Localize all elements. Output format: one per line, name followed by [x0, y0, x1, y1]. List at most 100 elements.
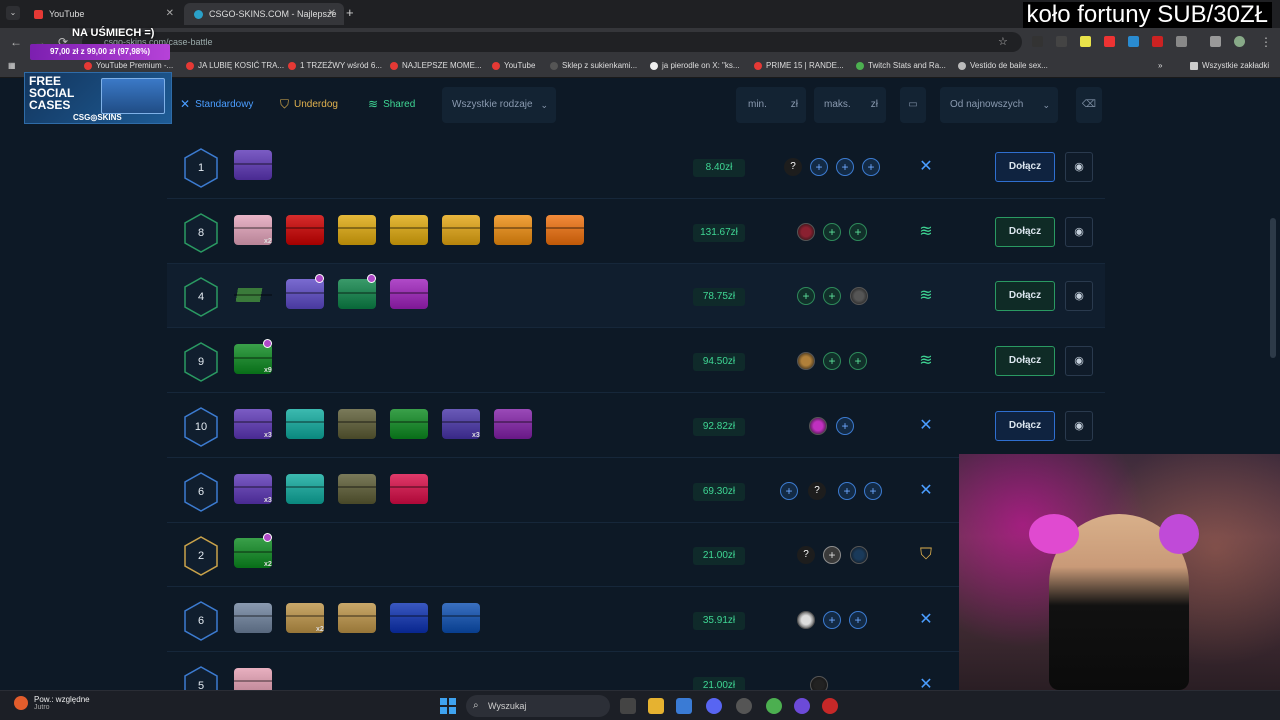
- tab-youtube[interactable]: YouTube ✕: [24, 3, 182, 25]
- join-slot-plus-icon[interactable]: +: [823, 546, 841, 565]
- join-slot-plus-icon[interactable]: +: [836, 158, 854, 176]
- join-battle-button[interactable]: Dołącz: [995, 216, 1055, 247]
- min-price-input[interactable]: min. zł: [736, 87, 806, 123]
- tab-standard[interactable]: ✕ Standardowy: [180, 97, 253, 111]
- menu-kebab-icon[interactable]: ⋮: [1260, 35, 1272, 49]
- back-icon[interactable]: ←: [10, 35, 22, 49]
- discord-icon[interactable]: [706, 698, 722, 714]
- extension-icon[interactable]: [1080, 36, 1091, 47]
- close-tab-icon[interactable]: ✕: [166, 8, 174, 19]
- chevron-down-icon: ⌄: [1042, 100, 1050, 110]
- bookmark-item[interactable]: PRIME 15 | RANDE...: [754, 61, 844, 70]
- extensions-puzzle-icon[interactable]: [1176, 36, 1187, 47]
- page-scrollbar[interactable]: [1270, 218, 1276, 358]
- more-bookmarks-icon[interactable]: »: [1158, 61, 1162, 70]
- rounds-count: 6: [197, 614, 205, 627]
- case-image: [286, 408, 324, 439]
- free-cases-promo-banner[interactable]: FREE SOCIAL CASES CSG◎SKINS: [24, 72, 172, 124]
- case-image: [286, 279, 324, 310]
- clear-filters-eraser-icon[interactable]: ⌫: [1076, 87, 1102, 123]
- extension-icon[interactable]: [1152, 36, 1163, 47]
- bookmark-item[interactable]: Twitch Stats and Ra...: [856, 61, 946, 70]
- store-icon[interactable]: [676, 698, 692, 714]
- watch-eye-icon[interactable]: ◉: [1065, 216, 1093, 247]
- weather-widget[interactable]: Pow.: względne Jutro: [14, 695, 90, 711]
- join-slot-plus-icon[interactable]: +: [823, 352, 841, 371]
- address-bar-row: ← → ⟳ csgo-skins.com/case-battle ☆ ⋮: [0, 28, 1280, 56]
- close-tab-icon[interactable]: ✕: [328, 8, 336, 19]
- hidden-player-icon: ?: [808, 481, 826, 500]
- join-slot-plus-icon[interactable]: +: [780, 481, 798, 500]
- battle-price: 69.30zł: [693, 482, 745, 501]
- rounds-count: 8: [197, 226, 205, 239]
- join-battle-button[interactable]: Dołącz: [995, 410, 1055, 441]
- join-slot-plus-icon[interactable]: +: [823, 287, 841, 306]
- join-slot-plus-icon[interactable]: +: [849, 222, 867, 241]
- tab-underdog[interactable]: ⛉ Underdog: [280, 97, 338, 112]
- standard-mode-swords-icon: ✕: [919, 416, 933, 434]
- steam-icon[interactable]: [736, 698, 752, 714]
- join-slot-plus-icon[interactable]: +: [823, 222, 841, 241]
- taskbar-search[interactable]: ⌕ Wyszukaj: [466, 695, 610, 717]
- join-slot-plus-icon[interactable]: +: [836, 416, 854, 435]
- tab-csgo-skins[interactable]: CSGO-SKINS.COM - Najlepsze ✕: [184, 3, 344, 25]
- media-icon[interactable]: [1210, 36, 1221, 47]
- apps-grid-icon[interactable]: ▦: [8, 61, 16, 70]
- tab-search-button[interactable]: ⌄: [6, 6, 20, 20]
- watch-eye-icon[interactable]: ◉: [1065, 152, 1093, 182]
- watch-eye-icon[interactable]: ◉: [1065, 346, 1093, 377]
- bookmark-item[interactable]: JA LUBIĘ KOSIĆ TRA...: [186, 61, 284, 70]
- bookmark-item[interactable]: Vestido de baile sex...: [958, 61, 1048, 70]
- join-slot-plus-icon[interactable]: +: [823, 610, 841, 629]
- max-price-input[interactable]: maks. zł: [814, 87, 886, 123]
- app-icon[interactable]: [822, 698, 838, 714]
- watch-eye-icon[interactable]: ◉: [1065, 410, 1093, 441]
- tab-shared[interactable]: ≋ Shared: [368, 97, 415, 111]
- battle-row: 9 x9 94.50zł + + ≋ Dołącz ◉: [167, 329, 1105, 394]
- join-slot-plus-icon[interactable]: +: [810, 158, 828, 176]
- standard-mode-swords-icon: ✕: [919, 158, 933, 175]
- bookmark-item[interactable]: 1 TRZEŹWY wśród 6...: [288, 61, 382, 70]
- promo-title: FREE SOCIAL CASES: [29, 74, 75, 112]
- url-field[interactable]: csgo-skins.com/case-battle: [82, 32, 1022, 52]
- sort-select[interactable]: Od najnowszych ⌄: [940, 87, 1058, 123]
- new-tab-icon[interactable]: +: [346, 5, 354, 20]
- player-avatar: [797, 610, 815, 629]
- join-slot-plus-icon[interactable]: +: [838, 481, 856, 500]
- battle-filter-bar: ✕ Standardowy ⛉ Underdog ≋ Shared Wszystkie…: [172, 87, 1108, 123]
- player-avatar: [797, 222, 815, 241]
- case-filter-icon[interactable]: ▭: [900, 87, 926, 123]
- file-explorer-icon[interactable]: [648, 698, 664, 714]
- join-slot-plus-icon[interactable]: +: [849, 610, 867, 629]
- extension-icon[interactable]: [1104, 36, 1115, 47]
- bookmark-star-icon[interactable]: ☆: [998, 35, 1008, 48]
- watch-eye-icon[interactable]: ◉: [1065, 281, 1093, 312]
- case-image: [234, 602, 272, 633]
- bookmark-item[interactable]: ja pierodle on X: "ks...: [650, 61, 740, 70]
- extension-icon[interactable]: [1128, 36, 1139, 47]
- windows-start-icon[interactable]: [440, 698, 456, 714]
- bookmark-item[interactable]: YouTube Premium -...: [84, 61, 173, 70]
- bookmark-item[interactable]: YouTube: [492, 61, 535, 70]
- join-slot-plus-icon[interactable]: +: [797, 287, 815, 306]
- bookmark-item[interactable]: Sklep z sukienkami...: [550, 61, 637, 70]
- task-view-icon[interactable]: [620, 698, 636, 714]
- join-slot-plus-icon[interactable]: +: [862, 158, 880, 176]
- case-type-select[interactable]: Wszystkie rodzaje ⌄: [442, 87, 556, 123]
- profile-avatar[interactable]: [1234, 36, 1245, 47]
- rounds-count: 2: [197, 550, 205, 563]
- join-battle-button[interactable]: Dołącz: [995, 281, 1055, 312]
- extension-icon[interactable]: [1056, 36, 1067, 47]
- case-image: [390, 214, 428, 245]
- search-icon: ⌕: [473, 700, 479, 711]
- extension-icon[interactable]: [1032, 36, 1043, 47]
- chrome-icon[interactable]: [766, 698, 782, 714]
- join-battle-button[interactable]: Dołącz: [995, 152, 1055, 182]
- bookmark-item[interactable]: NAJLEPSZE MOME...: [390, 61, 482, 70]
- join-slot-plus-icon[interactable]: +: [864, 481, 882, 500]
- obs-icon[interactable]: [794, 698, 810, 714]
- battle-row: 8 x2 131.67zł + + ≋ Dołącz ◉: [167, 200, 1105, 264]
- join-slot-plus-icon[interactable]: +: [849, 352, 867, 371]
- all-bookmarks-folder[interactable]: Wszystkie zakładki: [1190, 61, 1269, 70]
- join-battle-button[interactable]: Dołącz: [995, 346, 1055, 377]
